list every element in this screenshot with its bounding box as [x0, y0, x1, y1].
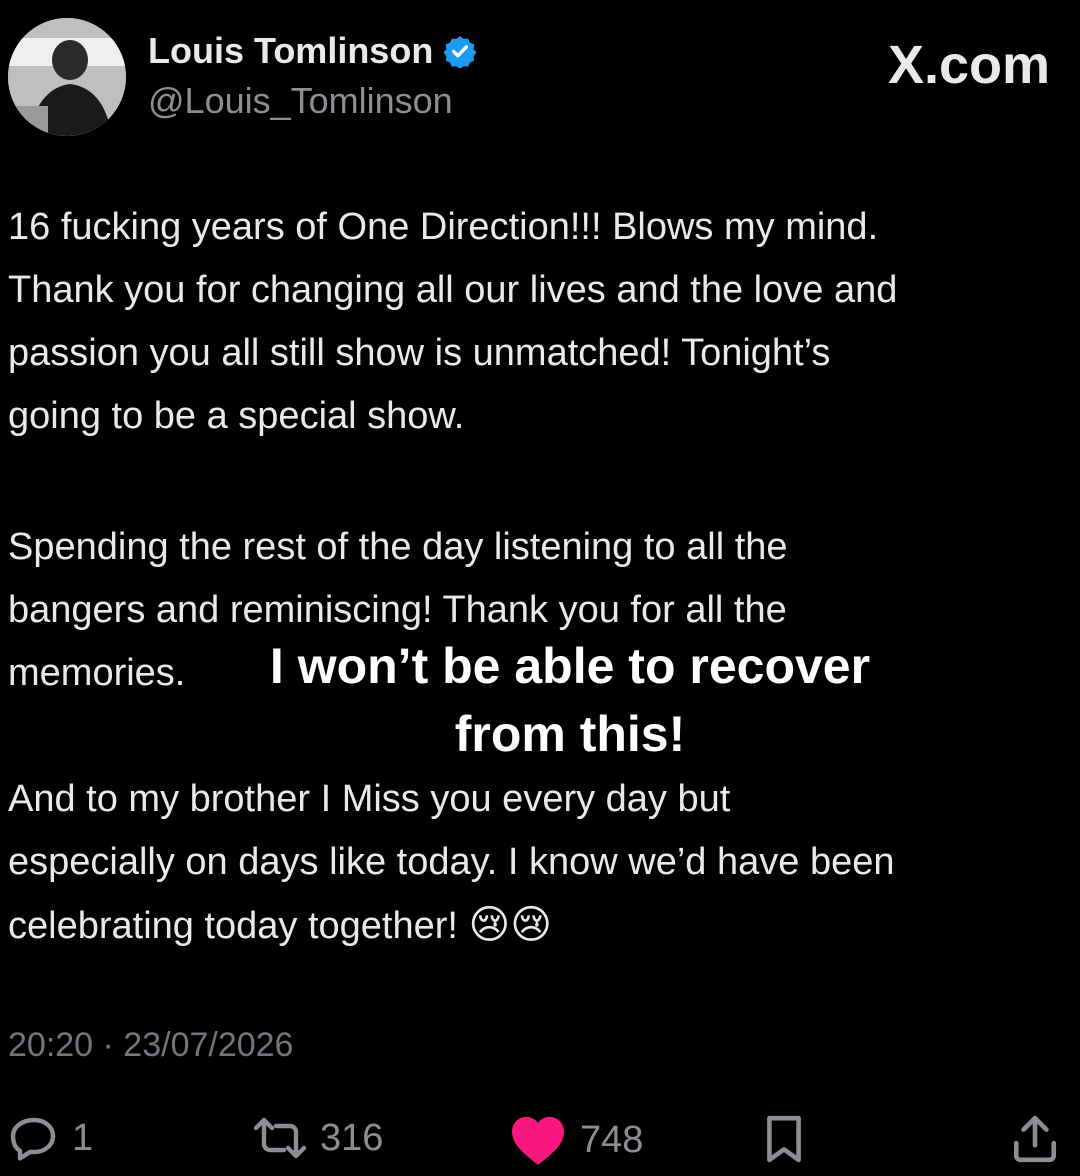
- tweet-line: going to be a special show.: [8, 395, 465, 437]
- tweet-line: Thank you for changing all our lives and…: [8, 269, 898, 311]
- tweet-line: Spending the rest of the day listening t…: [8, 526, 788, 568]
- tweet-paragraph-1: 16 fucking years of One Direction!!! Blo…: [8, 196, 1072, 448]
- bookmark-button[interactable]: [762, 1114, 806, 1164]
- like-button[interactable]: 748: [508, 1114, 643, 1166]
- tweet-line: And to my brother I Miss you every day b…: [8, 778, 731, 820]
- tweet-paragraph-3: And to my brother I Miss you every day b…: [8, 768, 1078, 958]
- user-handle[interactable]: @Louis_Tomlinson: [148, 80, 453, 122]
- tweet-line-text: celebrating today together!: [8, 905, 458, 947]
- reply-icon: [10, 1117, 56, 1161]
- crying-face-emoji: 😢😢: [468, 903, 552, 947]
- tweet-line: especially on days like today. I know we…: [8, 841, 895, 883]
- bookmark-icon: [767, 1115, 801, 1163]
- caption-line-1: I won’t be able to recover: [269, 638, 871, 694]
- avatar-image: [8, 18, 126, 136]
- reply-button[interactable]: 1: [8, 1114, 93, 1162]
- reply-count: 1: [72, 1116, 94, 1159]
- display-name-text: Louis Tomlinson: [148, 30, 434, 71]
- repost-icon: [253, 1117, 307, 1159]
- verified-badge-icon: [443, 36, 477, 68]
- caption-line-2: from this!: [454, 706, 686, 762]
- display-name[interactable]: Louis Tomlinson: [148, 30, 477, 72]
- action-bar: 1 316 748: [0, 1100, 1080, 1176]
- avatar[interactable]: [8, 18, 126, 136]
- tweet-timestamp[interactable]: 20:20 · 23/07/2026: [8, 1026, 293, 1065]
- tweet-line: passion you all still show is unmatched!…: [8, 332, 831, 374]
- tweet-line: 16 fucking years of One Direction!!! Blo…: [8, 206, 879, 248]
- caption-overlay: I won’t be able to recover from this!: [230, 632, 910, 768]
- repost-count: 316: [320, 1116, 384, 1159]
- share-icon: [1013, 1115, 1057, 1163]
- tweet-header: Louis Tomlinson @Louis_Tomlinson X.com: [0, 0, 1080, 150]
- repost-button[interactable]: 316: [252, 1114, 383, 1162]
- share-button[interactable]: [1012, 1114, 1058, 1164]
- tweet-line: celebrating today together! 😢😢: [8, 894, 1078, 958]
- brand-logo: X.com: [887, 35, 1050, 95]
- like-count: 748: [580, 1118, 644, 1161]
- heart-icon: [512, 1116, 564, 1165]
